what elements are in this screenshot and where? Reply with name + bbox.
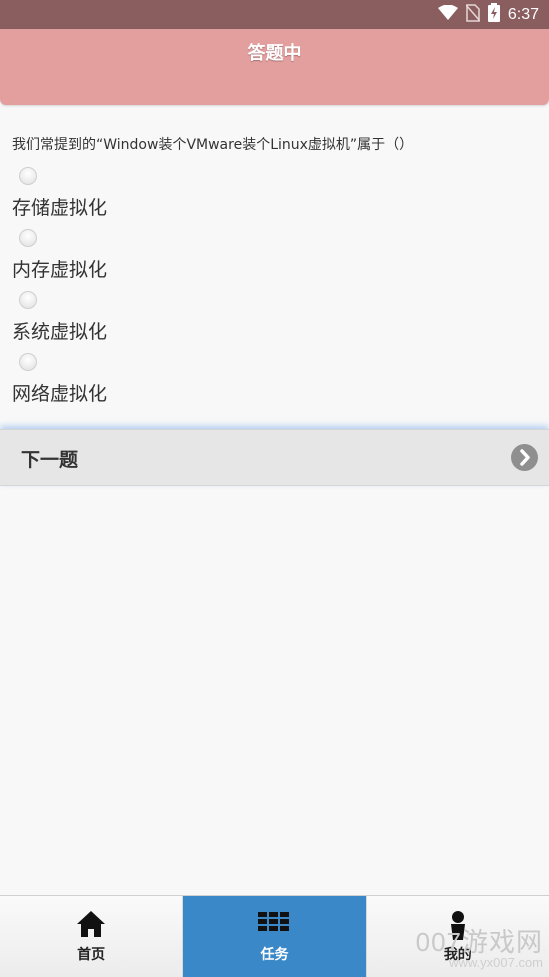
battery-charging-icon <box>487 3 500 26</box>
radio-button[interactable] <box>19 291 37 309</box>
nav-label-home: 首页 <box>77 947 106 963</box>
option-label: 内存虚拟化 <box>12 259 108 281</box>
page-title: 答题中 <box>247 43 302 64</box>
nav-label-tasks: 任务 <box>260 947 289 963</box>
status-bar: 6:37 <box>0 0 549 29</box>
next-question-button[interactable]: 下一题 <box>0 429 549 486</box>
header: 答题中 <box>0 29 549 105</box>
radio-button[interactable] <box>19 229 37 247</box>
watermark-main: 007游戏网 <box>415 927 543 957</box>
grid-icon <box>258 910 290 938</box>
radio-button[interactable] <box>19 353 37 371</box>
chevron-right-circle-icon[interactable] <box>511 444 538 471</box>
nav-item-tasks[interactable]: 任务 <box>183 896 367 977</box>
radio-button[interactable] <box>19 167 37 185</box>
status-time: 6:37 <box>507 5 539 23</box>
watermark: 007游戏网 www.yx007.com <box>416 922 543 970</box>
nav-item-home[interactable]: 首页 <box>0 896 184 977</box>
option-label: 系统虚拟化 <box>12 321 108 343</box>
status-icons: 6:37 <box>437 0 539 29</box>
no-sim-icon <box>465 3 481 26</box>
wifi-icon <box>437 4 458 25</box>
option-label: 存储虚拟化 <box>12 197 108 219</box>
home-icon <box>76 910 106 942</box>
next-question-label: 下一题 <box>21 449 79 471</box>
question-text: 我们常提到的“Window装个VMware装个Linux虚拟机”属于（） <box>12 137 414 153</box>
option-label: 网络虚拟化 <box>12 383 108 405</box>
